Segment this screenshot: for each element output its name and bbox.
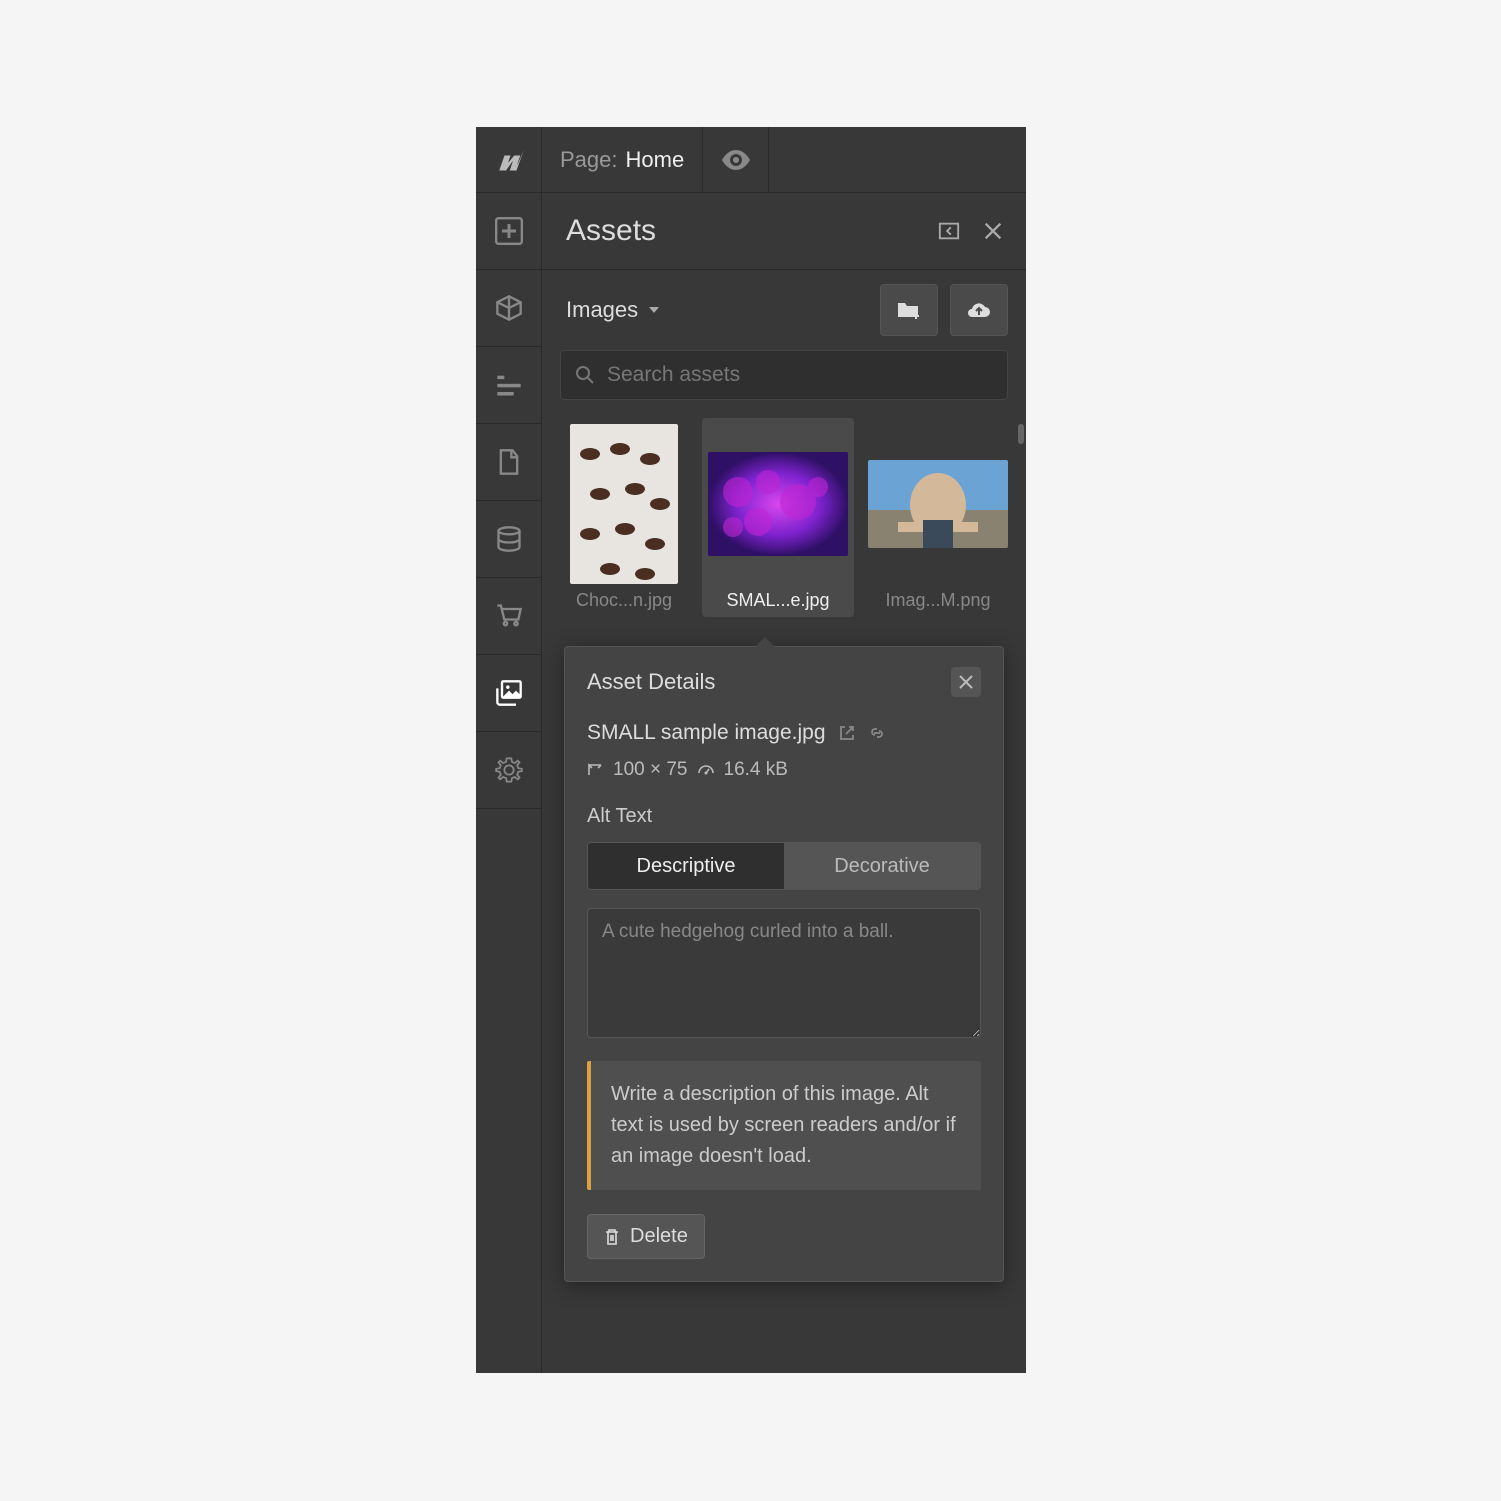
- upload-button[interactable]: [950, 284, 1008, 336]
- panel-header: Assets: [542, 193, 1026, 270]
- plus-box-icon: [495, 217, 523, 245]
- add-element-button[interactable]: [476, 193, 541, 270]
- navigator-icon: [495, 371, 523, 399]
- thumbnail-image: [868, 460, 1008, 548]
- delete-label: Delete: [630, 1225, 688, 1248]
- topbar: Page: Home: [476, 127, 1026, 193]
- asset-thumbnail[interactable]: Choc...n.jpg: [554, 418, 694, 617]
- preview-button[interactable]: [703, 127, 769, 192]
- delete-asset-button[interactable]: Delete: [587, 1214, 705, 1259]
- link-icon[interactable]: [868, 724, 886, 742]
- cloud-upload-icon: [966, 299, 992, 321]
- panel-title: Assets: [566, 214, 938, 248]
- search-input[interactable]: [607, 363, 993, 387]
- settings-button[interactable]: [476, 732, 541, 809]
- new-folder-button[interactable]: [880, 284, 938, 336]
- decorative-toggle[interactable]: Decorative: [784, 843, 980, 889]
- database-icon: [495, 525, 523, 553]
- alt-text-hint: Write a description of this image. Alt t…: [587, 1061, 981, 1190]
- alt-text-toggle: Descriptive Decorative: [587, 842, 981, 890]
- asset-type-dropdown[interactable]: Images: [566, 297, 868, 323]
- asset-meta: 100 × 75 16.4 kB: [587, 759, 981, 781]
- navigator-button[interactable]: [476, 347, 541, 424]
- cube-icon: [495, 294, 523, 322]
- assets-panel: Assets Images: [542, 193, 1026, 1373]
- external-link-icon[interactable]: [838, 724, 856, 742]
- collapse-panel-icon[interactable]: [938, 220, 960, 242]
- asset-filename: SMAL...e.jpg: [726, 590, 829, 611]
- asset-filename-full: SMALL sample image.jpg: [587, 721, 826, 745]
- page-name: Home: [626, 147, 685, 173]
- asset-grid: Choc...n.jpg SMAL...e.jpg: [542, 418, 1026, 1373]
- cms-button[interactable]: [476, 501, 541, 578]
- page-selector[interactable]: Page: Home: [542, 127, 703, 192]
- thumbnail-image: [570, 424, 678, 584]
- assets-button[interactable]: [476, 655, 541, 732]
- filesize-icon: [698, 763, 714, 777]
- chevron-down-icon: [648, 305, 660, 315]
- main: Assets Images: [476, 193, 1026, 1373]
- folder-plus-icon: [896, 299, 922, 321]
- symbols-button[interactable]: [476, 270, 541, 347]
- asset-dimensions: 100 × 75: [613, 759, 688, 781]
- asset-filename: Choc...n.jpg: [576, 590, 672, 611]
- asset-filename: Imag...M.png: [885, 590, 990, 611]
- alt-text-label: Alt Text: [587, 805, 981, 828]
- app-frame: Page: Home: [476, 127, 1026, 1373]
- filter-row: Images: [542, 270, 1026, 350]
- dimensions-icon: [587, 763, 603, 777]
- eye-icon: [722, 150, 750, 170]
- page-icon: [495, 448, 523, 476]
- pages-button[interactable]: [476, 424, 541, 501]
- search-assets-field[interactable]: [560, 350, 1008, 400]
- close-icon: [959, 675, 973, 689]
- asset-filesize: 16.4 kB: [724, 759, 788, 781]
- images-icon: [495, 679, 523, 707]
- filename-row: SMALL sample image.jpg: [587, 721, 981, 745]
- descriptive-toggle[interactable]: Descriptive: [588, 843, 784, 889]
- gear-icon: [495, 756, 523, 784]
- webflow-logo[interactable]: [476, 127, 542, 192]
- page-label: Page:: [560, 147, 618, 173]
- alt-text-input[interactable]: [587, 908, 981, 1038]
- asset-thumbnail[interactable]: Imag...M.png: [862, 418, 1014, 617]
- close-panel-icon[interactable]: [982, 220, 1004, 242]
- asset-details-title: Asset Details: [587, 669, 951, 695]
- close-details-button[interactable]: [951, 667, 981, 697]
- asset-type-label: Images: [566, 297, 638, 323]
- left-sidebar: [476, 193, 542, 1373]
- cart-icon: [495, 602, 523, 630]
- thumbnail-image: [708, 452, 848, 556]
- search-icon: [575, 365, 595, 385]
- scrollbar[interactable]: [1018, 424, 1024, 444]
- asset-thumbnail[interactable]: SMAL...e.jpg: [702, 418, 854, 617]
- asset-details-popover: Asset Details SMALL sample image.jpg 100…: [564, 646, 1004, 1282]
- trash-icon: [604, 1228, 620, 1246]
- ecommerce-button[interactable]: [476, 578, 541, 655]
